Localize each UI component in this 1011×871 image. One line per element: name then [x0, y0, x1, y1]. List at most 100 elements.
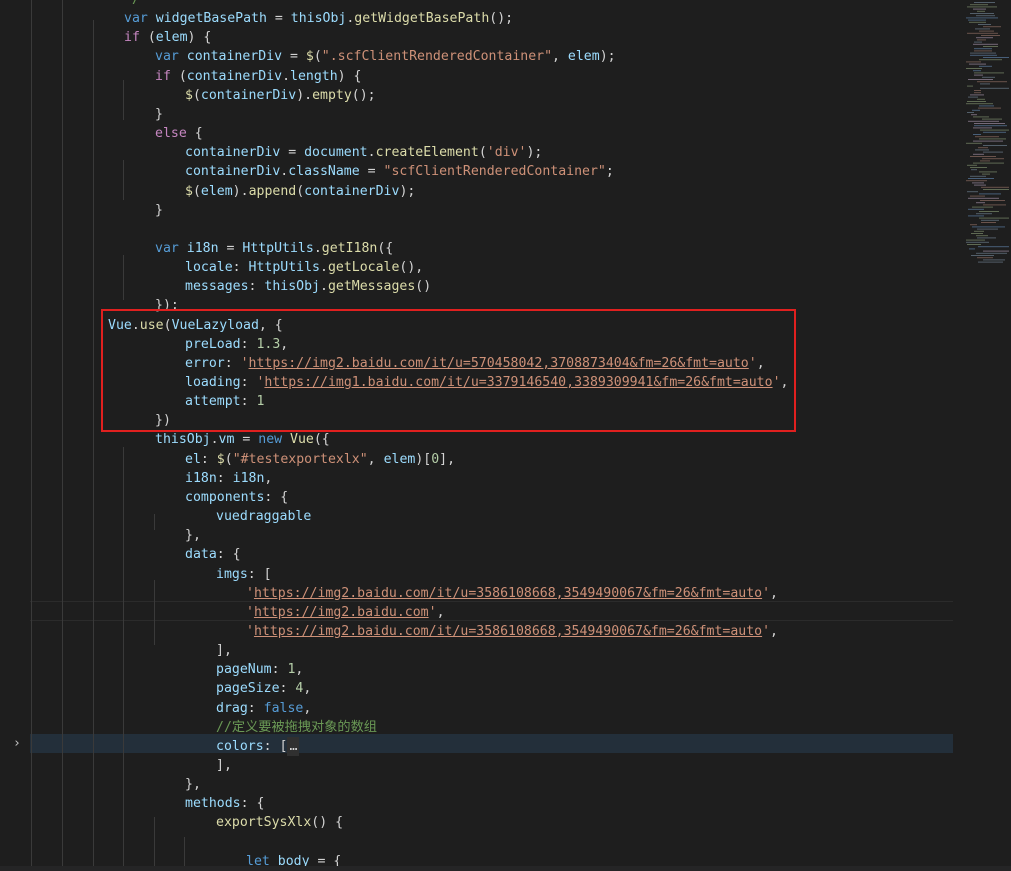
code-line[interactable]: 'https://img2.baidu.com/it/u=3586108668,… [246, 584, 778, 603]
code-area[interactable]: */var widgetBasePath = thisObj.getWidget… [30, 0, 953, 871]
code-token: messages [185, 279, 249, 295]
code-line[interactable]: pageNum: 1, [216, 660, 303, 679]
code-token: ) { [337, 68, 362, 84]
code-line[interactable]: containerDiv = document.createElement('d… [185, 143, 542, 162]
code-token: ); [526, 145, 543, 161]
minimap-line [968, 178, 994, 179]
minimap-line [980, 83, 990, 85]
minimap-line [974, 90, 981, 91]
code-line[interactable]: pageSize: 4, [216, 679, 311, 698]
minimap-line [973, 140, 1003, 142]
minimap-line [979, 211, 999, 212]
code-line[interactable]: i18n: i18n, [185, 469, 272, 488]
minimap-line [981, 35, 1000, 36]
code-token: ' [428, 604, 437, 620]
minimap-line [970, 94, 984, 96]
code-token: : { [264, 489, 289, 505]
code-line[interactable]: el: $("#testexportexlx", elem)[0], [185, 450, 455, 469]
minimap-line [982, 118, 1002, 120]
minimap-line [967, 244, 981, 245]
code-line[interactable]: methods: { [185, 794, 264, 813]
code-line[interactable]: colors: [… [216, 736, 300, 756]
code-token: : [200, 451, 217, 467]
code-token: i18n [186, 240, 219, 256]
code-token: $ [185, 87, 193, 103]
minimap-line [983, 189, 1009, 190]
minimap-line [970, 195, 985, 197]
code-line[interactable]: }, [185, 775, 201, 794]
code-line[interactable]: 'https://img2.baidu.com', [246, 603, 445, 622]
code-line[interactable]: locale: HttpUtils.getLocale(), [185, 258, 423, 277]
code-token: elem [155, 30, 188, 46]
code-line[interactable]: $(elem).append(containerDiv); [185, 182, 415, 201]
code-token: , [552, 49, 568, 65]
code-token: exportSysXlx [216, 815, 312, 831]
code-token: }, [185, 777, 201, 793]
code-line[interactable]: imgs: [ [216, 565, 272, 584]
code-line[interactable]: var containerDiv = $(".scfClientRendered… [155, 47, 616, 66]
minimap-line [979, 217, 1009, 219]
minimap[interactable] [954, 0, 1011, 871]
minimap-line [967, 6, 997, 8]
minimap-line [978, 24, 991, 25]
minimap-line [979, 171, 997, 173]
code-line[interactable]: ], [216, 641, 232, 660]
minimap-line [981, 186, 1009, 188]
indent-guide [154, 817, 155, 871]
code-token: containerDiv [200, 87, 297, 103]
minimap-line [983, 46, 998, 47]
code-line[interactable]: ], [216, 756, 232, 775]
code-line[interactable]: //定义要被拖拽对象的数组 [216, 718, 377, 737]
code-line[interactable]: } [155, 201, 163, 220]
code-line[interactable]: */ [124, 0, 140, 9]
code-token: () { [311, 815, 344, 831]
code-line[interactable]: var i18n = HttpUtils.getI18n({ [155, 239, 393, 258]
code-token: ' [762, 623, 771, 639]
code-editor[interactable]: › */var widgetBasePath = thisObj.getWidg… [0, 0, 1011, 871]
code-token: : [ [247, 566, 272, 582]
code-line[interactable]: vuedraggable [216, 507, 311, 526]
minimap-line [983, 57, 1009, 58]
code-token: ( [192, 183, 201, 199]
code-token: getWidgetBasePath [354, 11, 490, 27]
code-line[interactable]: containerDiv.className = "scfClientRende… [185, 162, 614, 181]
code-token: widgetBasePath [155, 11, 267, 27]
code-line[interactable]: }, [185, 526, 201, 545]
code-token: ; [605, 164, 614, 180]
code-line[interactable]: drag: false, [216, 699, 311, 718]
horizontal-scrollbar[interactable] [0, 866, 1011, 871]
code-token: containerDiv [304, 183, 400, 199]
minimap-line [975, 149, 989, 151]
code-token: imgs [216, 566, 248, 582]
code-line[interactable]: var widgetBasePath = thisObj.getWidgetBa… [124, 9, 513, 28]
code-line[interactable]: if (containerDiv.length) { [155, 67, 361, 86]
code-line[interactable]: components: { [185, 488, 288, 507]
code-token: . [320, 279, 328, 295]
code-token: https://img2.baidu.com/it/u=3586108668,3… [253, 585, 763, 601]
code-line[interactable]: if (elem) { [124, 28, 211, 47]
code-line[interactable]: else { [155, 124, 203, 143]
code-token: ( [192, 87, 201, 103]
minimap-line [976, 235, 988, 237]
code-token: ' [246, 585, 254, 601]
code-line[interactable]: thisObj.vm = new Vue({ [155, 430, 330, 449]
code-line[interactable]: 'https://img2.baidu.com/it/u=3586108668,… [246, 622, 778, 641]
code-token: getLocale [327, 260, 400, 276]
chevron-right-icon[interactable]: › [13, 736, 23, 752]
code-token: ( [296, 183, 305, 199]
code-token: else [155, 126, 187, 142]
indent-guide [154, 580, 155, 645]
minimap-line [977, 81, 1007, 83]
minimap-line [975, 28, 990, 30]
code-token: append [248, 183, 297, 199]
code-line[interactable]: $(containerDiv).empty(); [185, 86, 376, 105]
code-line[interactable]: messages: thisObj.getMessages() [185, 277, 431, 296]
minimap-line [981, 222, 996, 223]
code-token: pageNum [216, 662, 272, 678]
minimap-line [979, 65, 992, 67]
code-line[interactable]: data: { [185, 545, 241, 564]
code-line[interactable]: } [155, 105, 163, 124]
code-token: = [266, 11, 291, 27]
code-line[interactable]: exportSysXlx() { [216, 813, 343, 832]
folded-ellipsis[interactable]: … [287, 736, 300, 756]
